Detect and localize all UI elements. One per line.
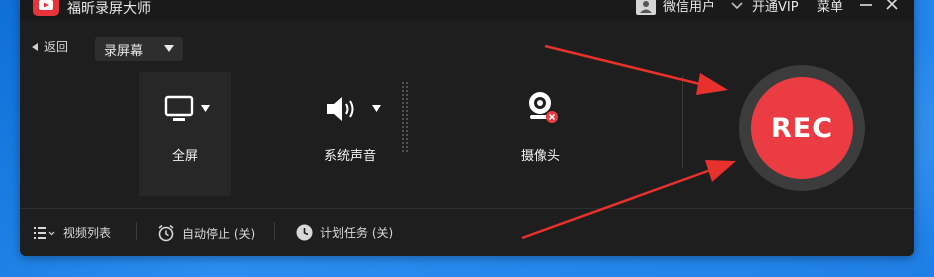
divider [136, 222, 137, 240]
record-button-label: REC [770, 112, 834, 144]
user-name: 微信用户 [663, 0, 716, 15]
auto-stop-button[interactable]: 自动停止 (关) [157, 224, 255, 242]
minimize-icon[interactable] [858, 0, 874, 12]
back-label: 返回 [44, 40, 69, 54]
chevron-down-icon [164, 45, 174, 52]
back-arrow-icon [32, 42, 38, 51]
record-mode-value: 录屏幕 [104, 43, 144, 59]
webcam-icon [529, 92, 558, 123]
video-list-label: 视频列表 [63, 226, 112, 240]
volume-meter [401, 81, 409, 153]
clock-icon [296, 224, 313, 241]
audio-source-panel[interactable]: 系统声音 [295, 72, 395, 196]
monitor-icon [164, 95, 194, 121]
vip-label: 开通VIP [752, 0, 799, 15]
scheduled-task-label: 计划任务 (关) [320, 226, 394, 240]
app-title: 福昕录屏大师 [67, 1, 151, 17]
divider [682, 76, 683, 168]
screen-source-label: 全屏 [172, 149, 199, 164]
scheduled-task-button[interactable]: 计划任务 (关) [296, 224, 393, 241]
video-list-button[interactable]: 视频列表 [34, 224, 111, 241]
app-logo-icon [33, 0, 59, 16]
auto-stop-label: 自动停止 (关) [182, 226, 256, 241]
upgrade-vip-button[interactable]: 开通VIP [730, 0, 799, 15]
divider [20, 208, 914, 209]
alarm-clock-icon [158, 224, 174, 242]
screen-dropdown-icon[interactable] [201, 105, 210, 112]
record-mode-select[interactable]: 录屏幕 [95, 37, 183, 61]
camera-source-label: 摄像头 [521, 149, 561, 164]
divider [274, 222, 275, 240]
close-icon[interactable] [884, 0, 900, 12]
avatar [636, 0, 656, 15]
app-window: 福昕录屏大师 微信用户 开通VIP 菜单 返回 录屏幕 全屏 系统声音 摄像头 … [20, 0, 914, 256]
speaker-icon [327, 97, 354, 121]
audio-source-label: 系统声音 [324, 149, 377, 164]
vip-chevron-icon [731, 1, 743, 9]
menu-button[interactable]: 菜单 [817, 0, 843, 15]
audio-dropdown-icon[interactable] [372, 105, 381, 112]
back-button[interactable]: 返回 [32, 38, 68, 55]
list-icon [34, 226, 55, 239]
user-account[interactable]: 微信用户 [636, 0, 715, 15]
record-button[interactable]: REC [751, 77, 853, 179]
screen-source-panel[interactable]: 全屏 [139, 72, 231, 196]
title-bar: 福昕录屏大师 微信用户 开通VIP 菜单 [20, 0, 914, 20]
camera-source-panel[interactable]: 摄像头 [490, 72, 590, 196]
